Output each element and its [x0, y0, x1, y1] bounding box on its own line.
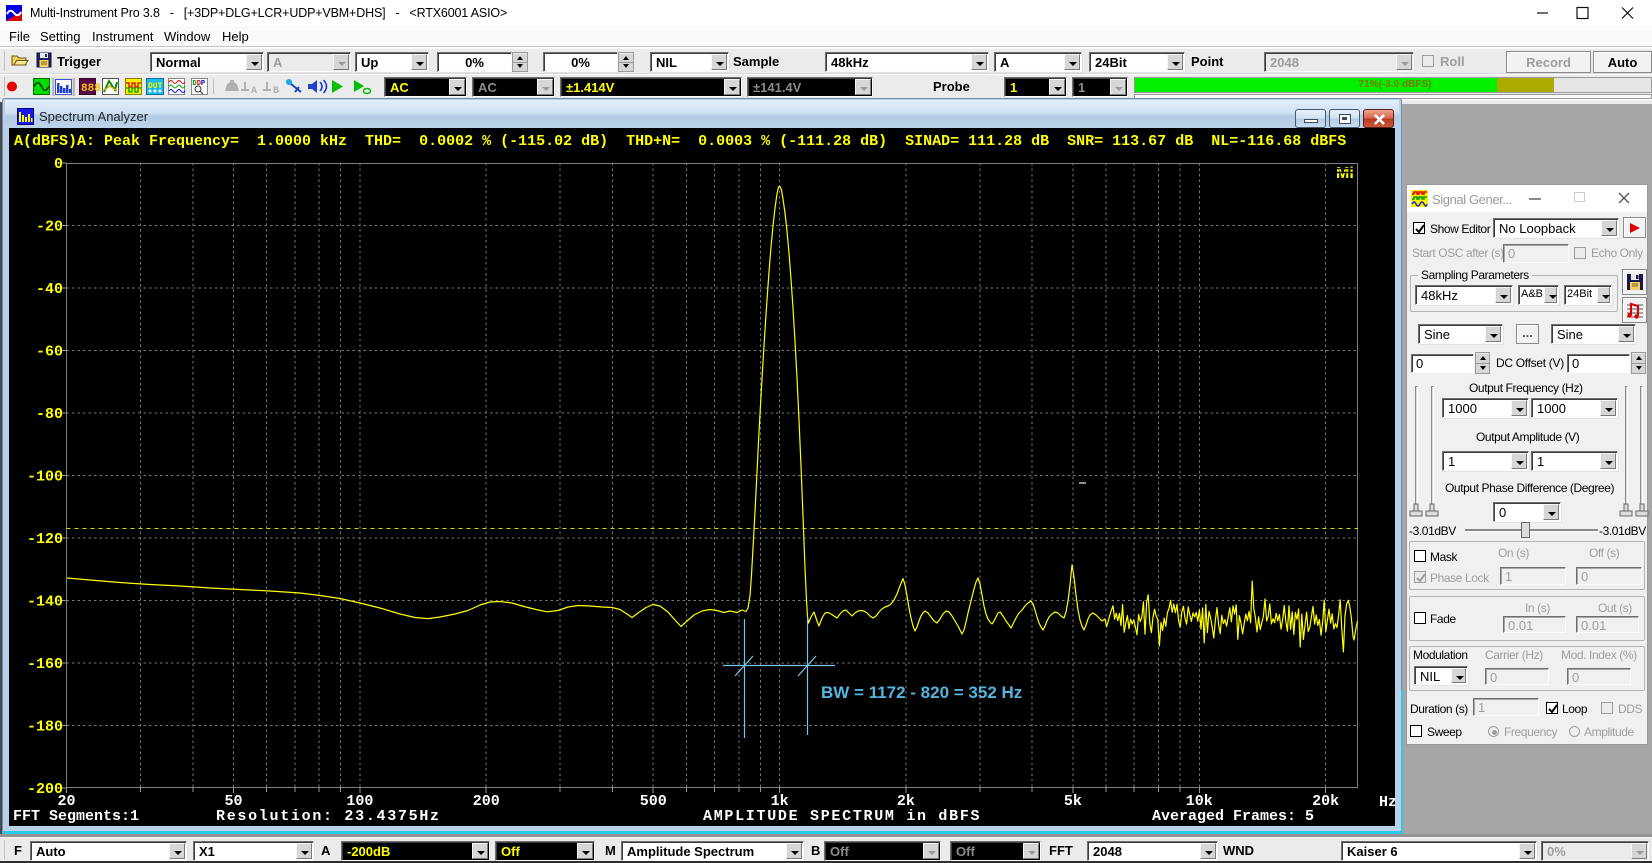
svg-text:888: 888	[81, 83, 101, 95]
svg-text:-140: -140	[27, 594, 63, 611]
svg-text:-100: -100	[27, 469, 63, 486]
svg-text:Hz: Hz	[1379, 794, 1395, 811]
svg-text:-20: -20	[36, 219, 63, 236]
svg-text:DDP: DDP	[193, 80, 206, 88]
svg-text:A: A	[251, 86, 257, 96]
svg-text:Mi: Mi	[1336, 165, 1354, 182]
svg-text:FFT Segments:1: FFT Segments:1	[13, 808, 139, 825]
svg-text:Resolution: 23.4375Hz: Resolution: 23.4375Hz	[216, 808, 441, 825]
svg-text:B: B	[273, 86, 279, 96]
svg-text:BW = 1172 - 820 = 352 Hz: BW = 1172 - 820 = 352 Hz	[821, 683, 1022, 702]
svg-text:-120: -120	[27, 531, 63, 548]
svg-text:-40: -40	[36, 281, 63, 298]
svg-text:Averaged Frames: 5: Averaged Frames: 5	[1152, 808, 1314, 825]
svg-text:-80: -80	[36, 406, 63, 423]
svg-text:20k: 20k	[1312, 793, 1339, 810]
svg-text:A(dBFS)A: Peak Frequency= 1.0: A(dBFS)A: Peak Frequency= 1.0000 kHz THD…	[14, 133, 1346, 150]
svg-text:-180: -180	[27, 719, 63, 736]
svg-text:500: 500	[640, 793, 667, 810]
svg-text:0: 0	[54, 156, 63, 173]
svg-text:AMPLITUDE SPECTRUM in dBFS: AMPLITUDE SPECTRUM in dBFS	[703, 808, 981, 825]
svg-text:200: 200	[473, 793, 500, 810]
svg-text:5k: 5k	[1064, 793, 1082, 810]
svg-text:-60: -60	[36, 344, 63, 361]
svg-text:-160: -160	[27, 656, 63, 673]
